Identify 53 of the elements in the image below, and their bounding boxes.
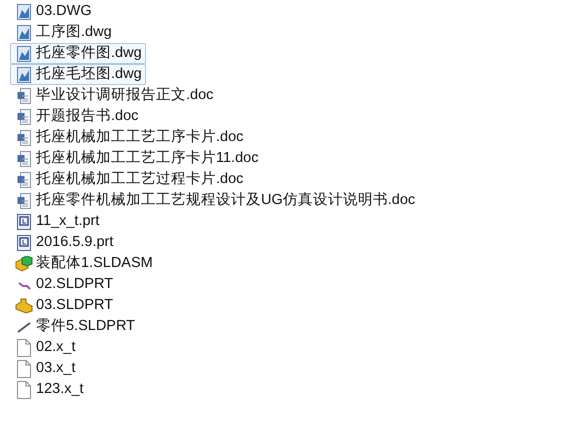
part-file-icon bbox=[17, 214, 31, 230]
file-item[interactable]: 装配体1.SLDASM bbox=[10, 253, 157, 274]
file-name: 2016.5.9.prt bbox=[36, 232, 114, 252]
drawing-file-icon bbox=[17, 24, 31, 40]
blank-file-icon bbox=[17, 380, 31, 398]
drawing-file-icon bbox=[17, 46, 31, 62]
file-name: 托座机械加工工艺工序卡片.doc bbox=[36, 128, 244, 147]
drawing-file-icon bbox=[17, 66, 31, 82]
file-name: 托座机械加工工艺工序卡片11.doc bbox=[36, 148, 258, 168]
file-name: 托座机械加工工艺过程卡片.doc bbox=[36, 170, 244, 189]
file-item[interactable]: 零件5.SLDPRT bbox=[10, 316, 140, 337]
drawing-file-icon bbox=[17, 4, 31, 20]
file-name: 托座毛坯图.dwg bbox=[36, 64, 142, 84]
document-file-icon bbox=[17, 150, 31, 166]
file-item[interactable]: 托座机械加工工艺过程卡片.doc bbox=[10, 169, 248, 190]
file-item[interactable]: 03.DWG bbox=[10, 1, 96, 22]
file-item[interactable]: 托座机械加工工艺工序卡片.doc bbox=[10, 127, 248, 148]
file-item[interactable]: 03.x_t bbox=[10, 358, 80, 379]
block-part-icon bbox=[15, 298, 33, 314]
part-file-icon bbox=[17, 234, 31, 250]
file-item[interactable]: 托座毛坯图.dwg bbox=[10, 64, 146, 85]
file-item[interactable]: 托座零件图.dwg bbox=[10, 43, 146, 64]
file-item[interactable]: 11_x_t.prt bbox=[10, 211, 104, 232]
blank-file-icon bbox=[17, 360, 31, 378]
file-name: 123.x_t bbox=[36, 380, 84, 399]
file-name: 03.SLDPRT bbox=[36, 296, 114, 315]
file-name: 03.DWG bbox=[36, 2, 92, 21]
file-item[interactable]: 02.SLDPRT bbox=[10, 274, 118, 295]
file-name: 02.SLDPRT bbox=[36, 274, 114, 294]
document-file-icon bbox=[17, 192, 31, 208]
document-file-icon bbox=[17, 108, 31, 124]
file-name: 工序图.dwg bbox=[36, 22, 112, 42]
file-name: 11_x_t.prt bbox=[36, 212, 100, 231]
file-item[interactable]: 123.x_t bbox=[10, 379, 88, 400]
file-name: 装配体1.SLDASM bbox=[36, 254, 153, 273]
blank-file-icon bbox=[17, 338, 31, 356]
file-item[interactable]: 开题报告书.doc bbox=[10, 106, 142, 127]
file-item[interactable]: 托座机械加工工艺工序卡片11.doc bbox=[10, 148, 262, 169]
file-name: 02.x_t bbox=[36, 338, 76, 357]
file-item[interactable]: 02.x_t bbox=[10, 337, 80, 358]
file-item[interactable]: 毕业设计调研报告正文.doc bbox=[10, 85, 218, 106]
file-name: 03.x_t bbox=[36, 358, 76, 378]
file-name: 毕业设计调研报告正文.doc bbox=[36, 86, 214, 105]
file-name: 托座零件图.dwg bbox=[36, 44, 142, 63]
document-file-icon bbox=[17, 130, 31, 146]
file-name: 开题报告书.doc bbox=[36, 106, 138, 126]
file-item[interactable]: 03.SLDPRT bbox=[10, 295, 118, 316]
file-item[interactable]: 2016.5.9.prt bbox=[10, 232, 118, 253]
document-file-icon bbox=[17, 172, 31, 188]
file-name: 零件5.SLDPRT bbox=[36, 316, 136, 336]
document-file-icon bbox=[17, 88, 31, 104]
file-item[interactable]: 工序图.dwg bbox=[10, 22, 116, 43]
cube-assembly-icon bbox=[15, 256, 33, 272]
